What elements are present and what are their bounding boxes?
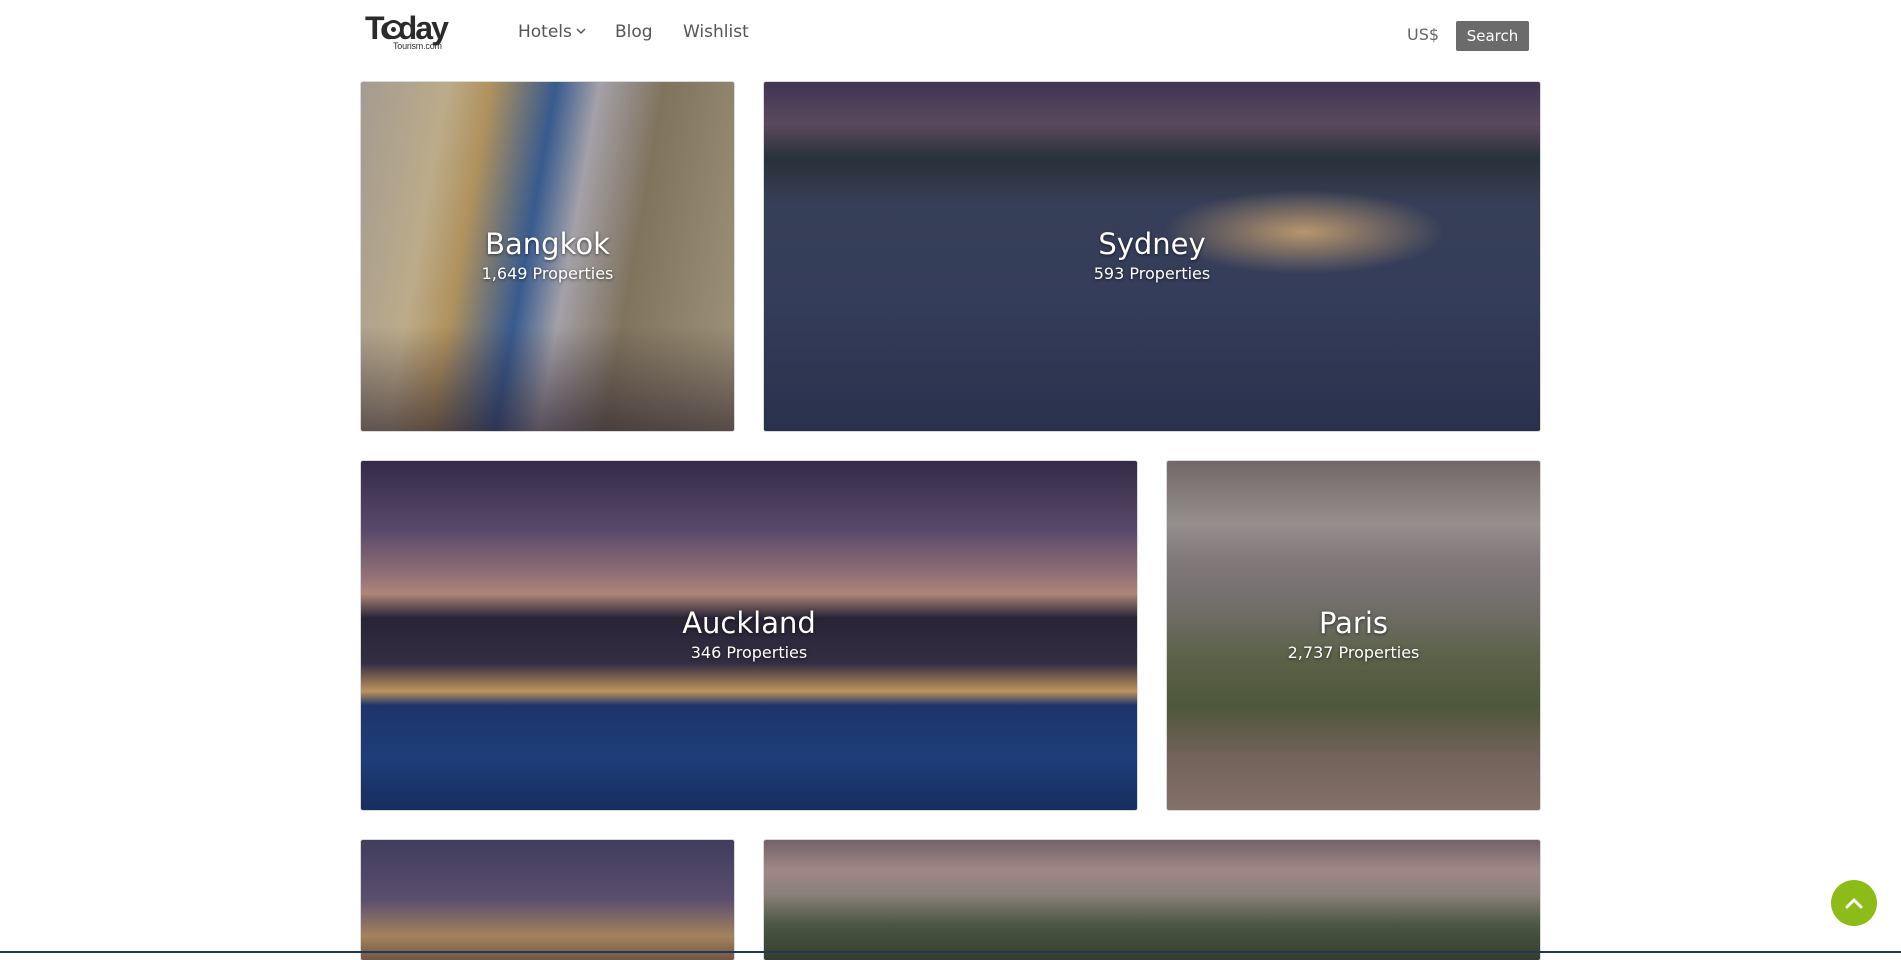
destination-city: Bangkok: [485, 227, 610, 261]
site-header: Today Tourism.com Hotels Blog Wishlist U…: [0, 0, 1901, 72]
logo-subtext: Tourism.com: [393, 41, 442, 51]
destination-city: Auckland: [682, 606, 816, 640]
search-button[interactable]: Search: [1456, 21, 1529, 51]
destination-card-partial-left[interactable]: [361, 840, 734, 960]
destination-properties-count: 593 Properties: [1093, 264, 1211, 283]
site-logo[interactable]: Today Tourism.com: [365, 10, 465, 52]
image-overlay: [361, 840, 734, 960]
image-overlay: [764, 840, 1540, 960]
destination-city: Sydney: [1098, 227, 1206, 261]
chevron-down-icon: [576, 28, 586, 35]
destination-properties-count: 1,649 Properties: [481, 264, 614, 283]
scroll-to-top-button[interactable]: [1831, 880, 1877, 926]
chevron-up-icon: [1845, 898, 1863, 909]
nav-wishlist[interactable]: Wishlist: [683, 22, 749, 42]
destination-card-bangkok[interactable]: Bangkok 1,649 Properties: [361, 82, 734, 431]
destination-card-auckland[interactable]: Auckland 346 Properties: [361, 461, 1137, 810]
destination-card-partial-right[interactable]: [764, 840, 1540, 960]
logo-globe-icon: [384, 20, 403, 39]
nav-blog[interactable]: Blog: [615, 22, 653, 42]
destination-properties-count: 2,737 Properties: [1287, 643, 1420, 662]
nav-hotels-label: Hotels: [518, 22, 572, 42]
destination-card-paris[interactable]: Paris 2,737 Properties: [1167, 461, 1540, 810]
destination-card-sydney[interactable]: Sydney 593 Properties: [764, 82, 1540, 431]
destination-properties-count: 346 Properties: [690, 643, 808, 662]
destination-city: Paris: [1318, 606, 1389, 640]
currency-selector[interactable]: US$: [1407, 25, 1439, 44]
nav-hotels[interactable]: Hotels: [518, 22, 586, 42]
